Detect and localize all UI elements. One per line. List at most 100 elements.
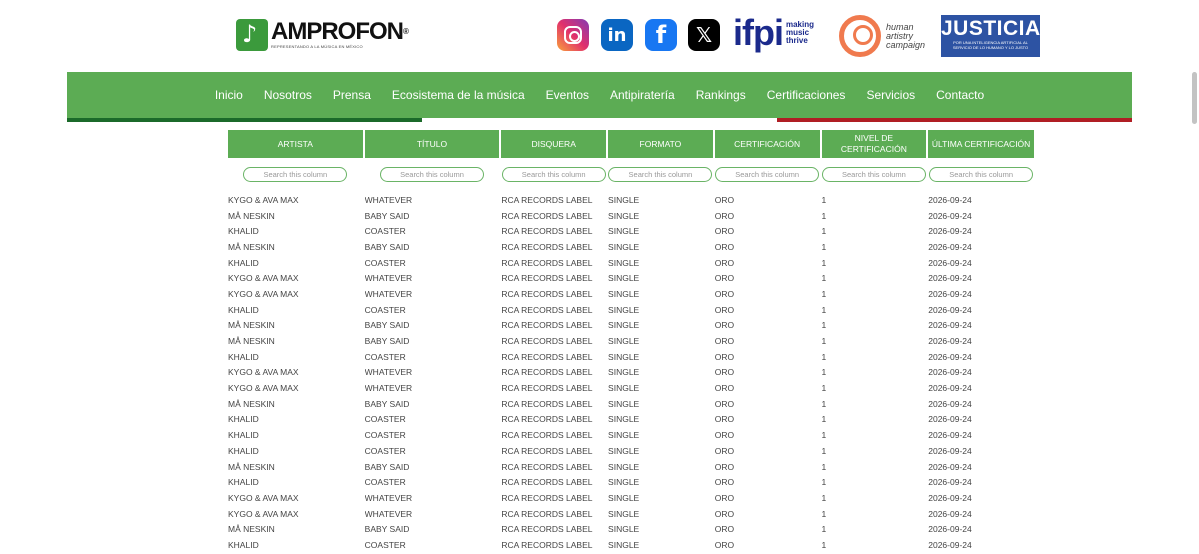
cell-formato: SINGLE [608, 524, 640, 535]
cell-ultima: 2026-09-24 [928, 336, 972, 347]
music-note-icon [236, 19, 268, 51]
filter-nivel-input[interactable] [821, 166, 926, 182]
instagram-icon[interactable] [557, 19, 589, 51]
cell-artista: MÅ NESKIN [228, 210, 275, 221]
cell-formato: SINGLE [608, 383, 640, 394]
cell-nivel: 1 [821, 461, 827, 472]
cell-ultima: 2026-09-24 [928, 508, 972, 519]
cell-certificacion: ORO [714, 508, 735, 519]
cell-certificacion: ORO [714, 367, 735, 378]
nav-item-servicios[interactable]: Servicios [866, 88, 915, 102]
cell-titulo: COASTER [364, 226, 406, 237]
table-row[interactable]: MÅ NESKIN BABY SAID RCA RECORDS LABEL SINGL… [228, 459, 1034, 475]
table-row[interactable]: MÅ NESKIN BABY SAID RCA RECORDS LABEL SINGL… [228, 208, 1034, 224]
justicia-banner[interactable]: JUSTICIA POR UNA INTELIGENCIA ARTIFICIAL… [941, 15, 1040, 57]
cell-titulo: BABY SAID [364, 320, 410, 331]
filter-artista-input[interactable] [243, 166, 348, 182]
filter-cell [365, 166, 500, 182]
ifpi-logo[interactable]: ifpi making music thrive [733, 15, 818, 51]
table-row[interactable]: KHALID COASTER RCA RECORDS LABEL SINGLE ORO 1… [228, 412, 1034, 428]
nav-item-eventos[interactable]: Eventos [546, 88, 589, 102]
cell-artista: KHALID [228, 304, 259, 315]
cell-formato: SINGLE [608, 336, 640, 347]
cell-artista: MÅ NESKIN [228, 524, 275, 535]
justicia-title: JUSTICIA [941, 17, 1041, 40]
cell-ultima: 2026-09-24 [928, 241, 972, 252]
human-artistry-campaign-logo[interactable]: human artistry campaign [839, 15, 925, 57]
column-header-formato[interactable]: FORMATO [608, 130, 713, 158]
cell-nivel: 1 [821, 398, 827, 409]
nav-item-certificaciones[interactable]: Certificaciones [767, 88, 846, 102]
cell-disquera: RCA RECORDS LABEL [501, 477, 593, 488]
table-row[interactable]: KYGO & AVA MAX WHATEVER RCA RECORDS LABEL S… [228, 490, 1034, 506]
cell-ultima: 2026-09-24 [928, 273, 972, 284]
filter-cell [228, 166, 363, 182]
column-header-disquera[interactable]: DISQUERA [501, 130, 607, 158]
page-scrollbar[interactable] [1192, 72, 1197, 124]
table-row[interactable]: KHALID COASTER RCA RECORDS LABEL SINGLE ORO 1… [228, 474, 1034, 490]
table-row[interactable]: MÅ NESKIN BABY SAID RCA RECORDS LABEL SINGL… [228, 333, 1034, 349]
table-row[interactable]: KHALID COASTER RCA RECORDS LABEL SINGLE ORO 1… [228, 302, 1034, 318]
linkedin-icon[interactable]: in [601, 19, 633, 51]
cell-formato: SINGLE [608, 461, 640, 472]
facebook-icon[interactable]: f [645, 19, 677, 51]
table-row[interactable]: KHALID COASTER RCA RECORDS LABEL SINGLE ORO 1… [228, 537, 1034, 553]
cell-disquera: RCA RECORDS LABEL [501, 461, 593, 472]
filter-titulo-input[interactable] [379, 166, 484, 182]
table-row[interactable]: KYGO & AVA MAX WHATEVER RCA RECORDS LABEL S… [228, 270, 1034, 286]
filter-cell [821, 166, 927, 182]
table-row[interactable]: KHALID COASTER RCA RECORDS LABEL SINGLE ORO 1… [228, 223, 1034, 239]
nav-item-nosotros[interactable]: Nosotros [264, 88, 312, 102]
cell-formato: SINGLE [608, 351, 640, 362]
cell-ultima: 2026-09-24 [928, 477, 972, 488]
hac-ring-icon [839, 15, 881, 57]
cell-nivel: 1 [821, 367, 827, 378]
cell-formato: SINGLE [608, 194, 640, 205]
column-header-nivel[interactable]: NIVEL DE CERTIFICACIÓN [821, 130, 927, 158]
table-row[interactable]: KYGO & AVA MAX WHATEVER RCA RECORDS LABEL S… [228, 286, 1034, 302]
x-icon[interactable]: 𝕏 [688, 19, 720, 51]
cell-artista: KHALID [228, 414, 259, 425]
filter-formato-input[interactable] [608, 166, 713, 182]
nav-item-prensa[interactable]: Prensa [333, 88, 371, 102]
table-row[interactable]: KHALID COASTER RCA RECORDS LABEL SINGLE ORO 1… [228, 427, 1034, 443]
flag-red [777, 118, 1132, 122]
table-row[interactable]: KYGO & AVA MAX WHATEVER RCA RECORDS LABEL S… [228, 380, 1034, 396]
cell-disquera: RCA RECORDS LABEL [501, 383, 593, 394]
column-header-ultima[interactable]: ÚLTIMA CERTIFICACIÓN [928, 130, 1034, 158]
nav-item-rankings[interactable]: Rankings [696, 88, 746, 102]
filter-certificacion-input[interactable] [715, 166, 820, 182]
table-row[interactable]: KYGO & AVA MAX WHATEVER RCA RECORDS LABEL S… [228, 192, 1034, 208]
amprofon-logo[interactable]: AMPROFON® REPRESENTANDO A LA MÚSICA EN M… [236, 19, 409, 51]
nav-item-inicio[interactable]: Inicio [215, 88, 243, 102]
certifications-table: ARTISTA TÍTULO DISQUERA FORMATO CERTIFIC… [228, 130, 1034, 553]
table-row[interactable]: MÅ NESKIN BABY SAID RCA RECORDS LABEL SINGL… [228, 239, 1034, 255]
table-row[interactable]: MÅ NESKIN BABY SAID RCA RECORDS LABEL SINGL… [228, 521, 1034, 537]
filter-ultima-input[interactable] [929, 166, 1034, 182]
column-header-certificacion[interactable]: CERTIFICACIÓN [714, 130, 820, 158]
table-row[interactable]: KHALID COASTER RCA RECORDS LABEL SINGLE ORO 1… [228, 443, 1034, 459]
table-row[interactable]: KHALID COASTER RCA RECORDS LABEL SINGLE ORO 1… [228, 349, 1034, 365]
ifpi-wordmark: ifpi [733, 12, 784, 53]
cell-nivel: 1 [821, 351, 827, 362]
cell-artista: MÅ NESKIN [228, 241, 275, 252]
nav-item-contacto[interactable]: Contacto [936, 88, 984, 102]
column-filters [228, 158, 1034, 190]
column-header-titulo[interactable]: TÍTULO [364, 130, 500, 158]
cell-artista: KHALID [228, 477, 259, 488]
nav-item-antipirateria[interactable]: Antipiratería [610, 88, 675, 102]
nav-items: Inicio Nosotros Prensa Ecosistema de la … [67, 72, 1132, 118]
table-row[interactable]: MÅ NESKIN BABY SAID RCA RECORDS LABEL SINGL… [228, 318, 1034, 334]
nav-item-ecosistema[interactable]: Ecosistema de la música [392, 88, 525, 102]
table-row[interactable]: MÅ NESKIN BABY SAID RCA RECORDS LABEL SINGL… [228, 396, 1034, 412]
column-header-artista[interactable]: ARTISTA [228, 130, 363, 158]
cell-nivel: 1 [821, 320, 827, 331]
cell-titulo: WHATEVER [364, 508, 413, 519]
table-row[interactable]: KYGO & AVA MAX WHATEVER RCA RECORDS LABEL S… [228, 506, 1034, 522]
table-row[interactable]: KYGO & AVA MAX WHATEVER RCA RECORDS LABEL S… [228, 365, 1034, 381]
table-row[interactable]: KHALID COASTER RCA RECORDS LABEL SINGLE ORO 1… [228, 255, 1034, 271]
filter-disquera-input[interactable] [501, 166, 606, 182]
cell-ultima: 2026-09-24 [928, 383, 972, 394]
cell-titulo: COASTER [364, 477, 406, 488]
cell-artista: KHALID [228, 539, 259, 550]
